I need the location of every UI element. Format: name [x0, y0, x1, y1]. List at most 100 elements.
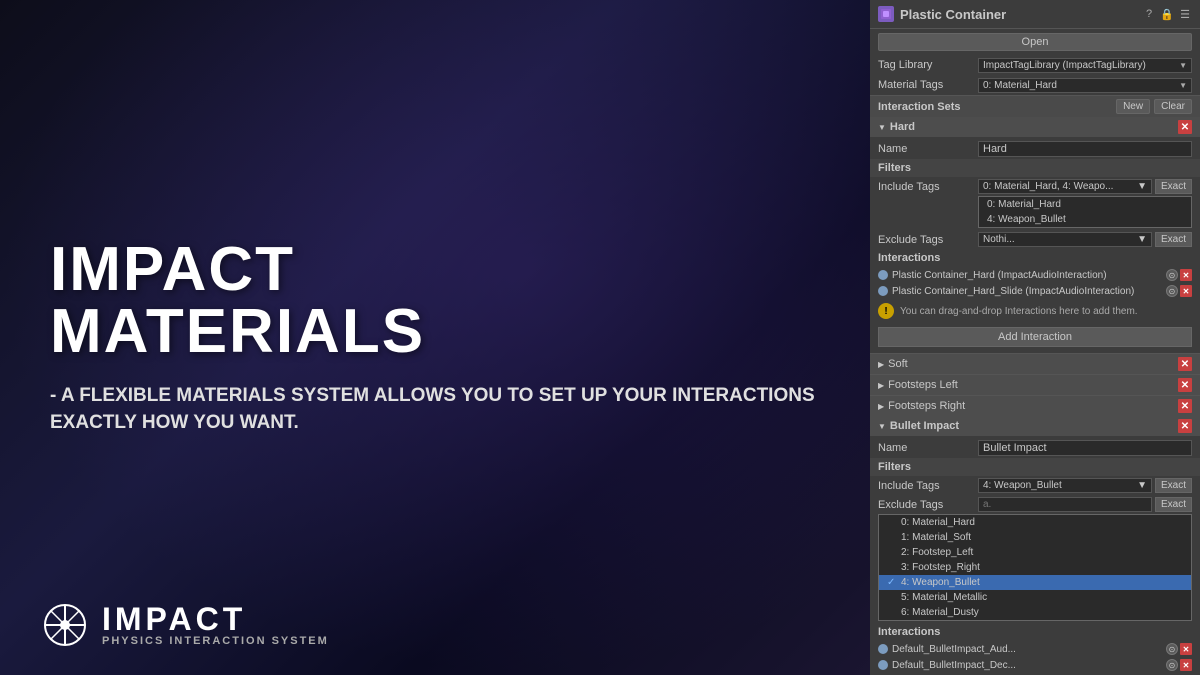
bullet-include-row: Include Tags 4: Weapon_Bullet ▼ Exact: [870, 476, 1200, 495]
bullet-exclude-dropdown[interactable]: [978, 497, 1152, 512]
footsteps-right-remove-btn[interactable]: ✕: [1178, 399, 1192, 413]
bullet-interaction-1-remove[interactable]: ✕: [1180, 643, 1192, 655]
bullet-name-label: Name: [878, 442, 978, 454]
bullet-dot-2: [878, 660, 888, 670]
hard-interaction-2-name: Plastic Container_Hard_Slide (ImpactAudi…: [892, 286, 1162, 297]
bullet-interaction-1-settings[interactable]: ⊙: [1166, 643, 1178, 655]
footsteps-right-title-group: ▶ Footsteps Right: [878, 400, 965, 412]
bullet-include-exact-btn[interactable]: Exact: [1155, 478, 1192, 493]
bullet-interaction-1: Default_BulletImpact_Aud... ⊙ ✕: [870, 641, 1200, 657]
hard-add-interaction-btn[interactable]: Add Interaction: [878, 327, 1192, 347]
hard-interaction-2: Plastic Container_Hard_Slide (ImpactAudi…: [870, 283, 1200, 299]
bullet-interaction-2: Default_BulletImpact_Dec... ⊙ ✕: [870, 657, 1200, 673]
interaction-1-settings[interactable]: ⊙: [1166, 269, 1178, 281]
subtitle: - A FLEXIBLE MATERIALS SYSTEM ALLOWS YOU…: [50, 383, 820, 436]
soft-arrow: ▶: [878, 360, 884, 369]
exclude-opt-6[interactable]: 6: Material_Dusty: [879, 605, 1191, 620]
bullet-name-row: Name: [870, 438, 1200, 458]
hard-filters-label: Filters: [878, 162, 911, 174]
include-option-2[interactable]: 4: Weapon_Bullet: [979, 212, 1191, 227]
exclude-opt-3[interactable]: 3: Footstep_Right: [879, 560, 1191, 575]
new-button[interactable]: New: [1116, 99, 1150, 114]
bullet-interaction-1-name: Default_BulletImpact_Aud...: [892, 644, 1162, 655]
interaction-sets-bar: Interaction Sets New Clear: [870, 95, 1200, 117]
footsteps-right-title: Footsteps Right: [888, 400, 965, 412]
bullet-interaction-1-icons: ⊙ ✕: [1166, 643, 1192, 655]
hard-content: Name Filters Include Tags 0: Material_Ha…: [870, 137, 1200, 353]
footsteps-right-header[interactable]: ▶ Footsteps Right ✕: [870, 395, 1200, 416]
bullet-content: Name Filters Include Tags 4: Weapon_Bull…: [870, 436, 1200, 675]
hard-interactions-label: Interactions: [878, 252, 940, 264]
menu-icon[interactable]: ☰: [1178, 7, 1192, 21]
include-option-1[interactable]: 0: Material_Hard: [979, 197, 1191, 212]
hard-include-dropdown[interactable]: 0: Material_Hard, 4: Weapo... ▼: [978, 179, 1152, 194]
lock-icon[interactable]: 🔒: [1160, 7, 1174, 21]
bullet-exclude-row: Exclude Tags Exact: [870, 495, 1200, 514]
footsteps-left-arrow: ▶: [878, 381, 884, 390]
hard-title: Hard: [890, 121, 915, 133]
footsteps-left-header[interactable]: ▶ Footsteps Left ✕: [870, 374, 1200, 395]
exclude-opt-2[interactable]: 2: Footstep_Left: [879, 545, 1191, 560]
hard-interaction-1-name: Plastic Container_Hard (ImpactAudioInter…: [892, 270, 1162, 281]
footsteps-right-arrow: ▶: [878, 402, 884, 411]
exclude-opt-1[interactable]: 1: Material_Soft: [879, 530, 1191, 545]
interaction-sets-buttons: New Clear: [1116, 99, 1192, 114]
hard-exclude-label: Exclude Tags: [878, 234, 978, 246]
bullet-name-input[interactable]: [978, 440, 1192, 456]
exclude-opt-4[interactable]: ✓4: Weapon_Bullet: [879, 575, 1191, 590]
hard-section-header[interactable]: ▼ Hard ✕: [870, 117, 1200, 137]
hard-exclude-exact-btn[interactable]: Exact: [1155, 232, 1192, 247]
question-icon[interactable]: ?: [1142, 7, 1156, 21]
footsteps-left-remove-btn[interactable]: ✕: [1178, 378, 1192, 392]
tag-library-value[interactable]: ImpactTagLibrary (ImpactTagLibrary) ▼: [978, 58, 1192, 73]
bullet-arrow: ▼: [878, 422, 886, 431]
hard-remove-btn[interactable]: ✕: [1178, 120, 1192, 134]
tag-library-row: Tag Library ImpactTagLibrary (ImpactTagL…: [870, 55, 1200, 75]
bullet-exclude-search[interactable]: [983, 499, 1147, 510]
hard-name-row: Name: [870, 139, 1200, 159]
interaction-1-remove[interactable]: ✕: [1180, 269, 1192, 281]
exclude-opt-5[interactable]: 5: Material_Metallic: [879, 590, 1191, 605]
hard-include-tags-row: Include Tags 0: Material_Hard, 4: Weapo.…: [870, 177, 1200, 196]
bullet-interactions-header: Interactions: [870, 623, 1200, 641]
inspector-header: Plastic Container ? 🔒 ☰: [870, 0, 1200, 29]
bullet-include-dropdown[interactable]: 4: Weapon_Bullet ▼: [978, 478, 1152, 493]
bullet-interaction-2-remove[interactable]: ✕: [1180, 659, 1192, 671]
exclude-opt-0[interactable]: 0: Material_Hard: [879, 515, 1191, 530]
bullet-interaction-2-icons: ⊙ ✕: [1166, 659, 1192, 671]
bullet-interaction-2-name: Default_BulletImpact_Dec...: [892, 660, 1162, 671]
inspector-panel: Plastic Container ? 🔒 ☰ Open Tag Library…: [870, 0, 1200, 675]
bullet-exclude-popup: 0: Material_Hard 1: Material_Soft 2: Foo…: [878, 514, 1192, 621]
bullet-exclude-exact-btn[interactable]: Exact: [1155, 497, 1192, 512]
interaction-2-remove[interactable]: ✕: [1180, 285, 1192, 297]
interaction-1-icons: ⊙ ✕: [1166, 269, 1192, 281]
interaction-2-settings[interactable]: ⊙: [1166, 285, 1178, 297]
soft-section-header[interactable]: ▶ Soft ✕: [870, 353, 1200, 374]
hard-include-label: Include Tags: [878, 181, 978, 193]
bullet-remove-btn[interactable]: ✕: [1178, 419, 1192, 433]
main-title: IMPACT MATERIALS: [50, 239, 820, 363]
include-tags-popup: 0: Material_Hard 4: Weapon_Bullet: [978, 196, 1192, 228]
inspector-title: Plastic Container: [900, 7, 1136, 22]
bullet-dot-1: [878, 644, 888, 654]
clear-button[interactable]: Clear: [1154, 99, 1192, 114]
material-tags-dropdown[interactable]: 0: Material_Hard ▼: [978, 78, 1192, 93]
hard-interaction-1: Plastic Container_Hard (ImpactAudioInter…: [870, 267, 1200, 283]
impact-logo-icon: [40, 600, 90, 650]
bullet-title: Bullet Impact: [890, 420, 959, 432]
tag-library-label: Tag Library: [878, 59, 978, 71]
logo-text-group: IMPACT PHYSICS INTERACTION SYSTEM: [102, 603, 329, 647]
header-icons: ? 🔒 ☰: [1142, 7, 1192, 21]
hard-exclude-dropdown[interactable]: Nothi... ▼: [978, 232, 1152, 247]
open-button[interactable]: Open: [878, 33, 1192, 51]
hard-warning-text: You can drag-and-drop Interactions here …: [900, 306, 1138, 317]
bullet-interaction-2-settings[interactable]: ⊙: [1166, 659, 1178, 671]
hard-name-input[interactable]: [978, 141, 1192, 157]
soft-remove-btn[interactable]: ✕: [1178, 357, 1192, 371]
bullet-impact-header[interactable]: ▼ Bullet Impact ✕: [870, 416, 1200, 436]
footsteps-left-title: Footsteps Left: [888, 379, 958, 391]
interaction-sets-label: Interaction Sets: [878, 101, 961, 113]
bullet-exclude-label: Exclude Tags: [878, 499, 978, 511]
footsteps-left-title-group: ▶ Footsteps Left: [878, 379, 958, 391]
hard-include-exact-btn[interactable]: Exact: [1155, 179, 1192, 194]
